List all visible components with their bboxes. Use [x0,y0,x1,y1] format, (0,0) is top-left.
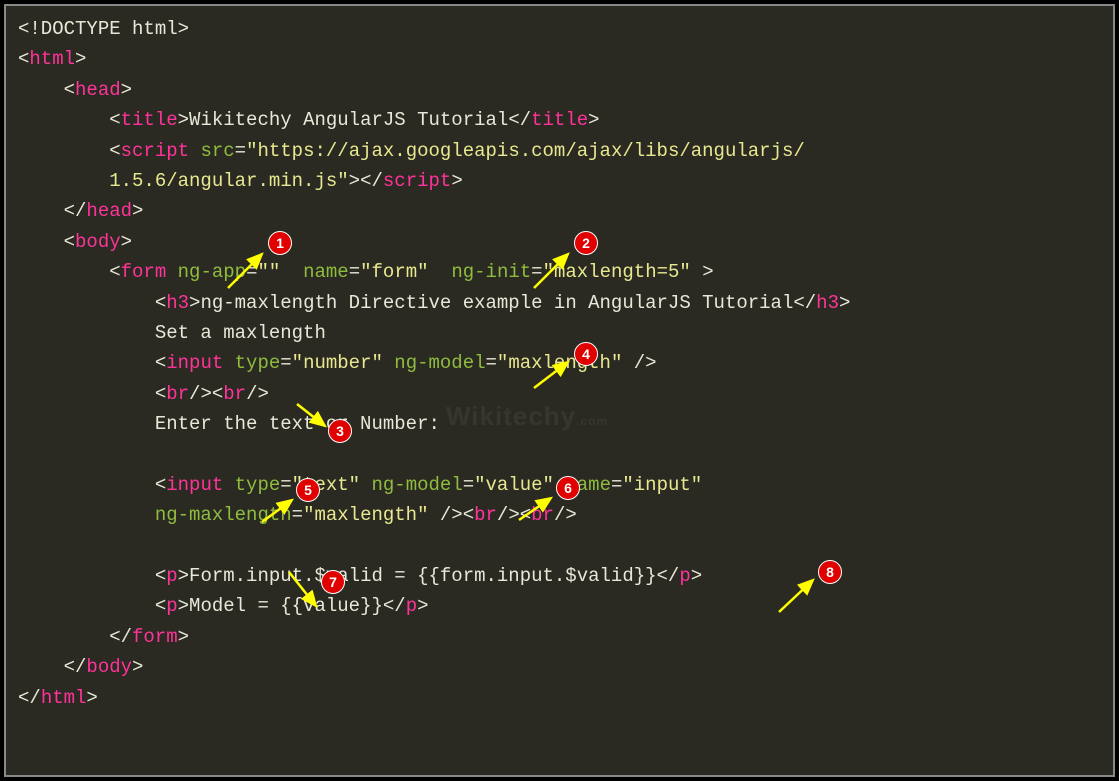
body-tag: body [75,231,121,253]
input-number: input [166,352,223,374]
head-open-tag: head [75,79,121,101]
badge-5: 5 [296,478,320,502]
code-container: Wikitechy.com <!DOCTYPE html> <html> <he… [4,4,1115,777]
badge-1: 1 [268,231,292,255]
arrow-7 [281,564,326,614]
arrow-1 [220,246,270,296]
h3-text: ng-maxlength Directive example in Angula… [200,292,793,314]
badge-2: 2 [574,231,598,255]
arrow-4 [526,356,576,396]
p1-text: Form.input.$valid = {{form.input.$valid}… [189,565,656,587]
badge-8: 8 [818,560,842,584]
set-maxlength-text: Set a maxlength [155,322,326,344]
badge-4: 4 [574,342,598,366]
form-tag: form [121,261,167,283]
arrow-5 [254,494,299,529]
title-text: Wikitechy AngularJS Tutorial [189,109,508,131]
arrow-6 [511,492,559,527]
input-text: input [166,474,223,496]
doctype-line: <!DOCTYPE html> [18,18,189,40]
script-tag: script [121,140,189,162]
badge-3: 3 [328,419,352,443]
html-open-tag: html [29,48,75,70]
arrow-2 [526,246,576,296]
badge-7: 7 [321,570,345,594]
badge-6: 6 [556,476,580,500]
arrow-8 [771,574,821,619]
title-tag: title [121,109,178,131]
